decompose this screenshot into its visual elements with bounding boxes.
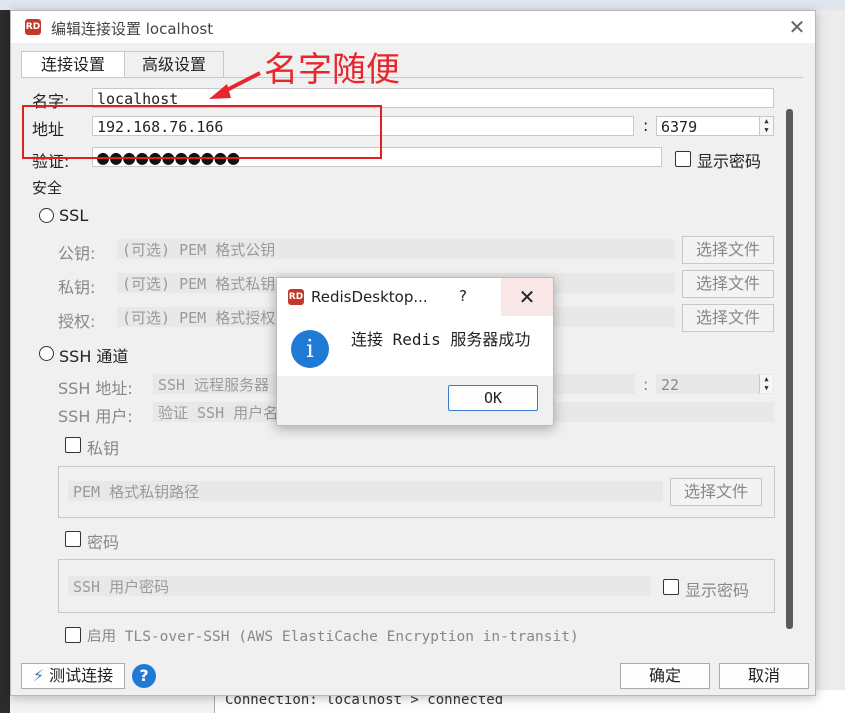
info-icon: i — [291, 330, 329, 368]
ssh-port-separator: : — [643, 375, 649, 394]
spin-arrows-icon[interactable]: ▲ ▼ — [759, 375, 773, 393]
ssl-label: SSL — [59, 206, 89, 225]
authority-choose-file-button[interactable]: 选择文件 — [682, 304, 774, 332]
dialog-message: 连接 Redis 服务器成功 — [351, 330, 531, 349]
tls-over-ssh-checkbox[interactable] — [65, 627, 81, 643]
security-heading: 安全 — [32, 179, 63, 197]
dialog-title-bar: RD RedisDesktop... ? ✕ — [277, 278, 553, 316]
private-key-check-label: 私钥 — [87, 439, 120, 458]
dialog-help-icon[interactable]: ? — [459, 287, 467, 305]
private-key-label: 私钥: — [58, 278, 96, 297]
ssh-show-password-checkbox[interactable] — [663, 579, 679, 595]
ssh-port-value: 22 — [661, 376, 680, 394]
dialog-ok-button[interactable]: OK — [448, 385, 538, 411]
background-editor-strip — [0, 10, 10, 713]
redis-app-icon: RD — [288, 289, 304, 305]
test-connection-label: 测试连接 — [49, 666, 114, 685]
window-title: 编辑连接设置 localhost — [51, 20, 214, 38]
tab-connection-settings[interactable]: 连接设置 — [21, 51, 125, 78]
dialog-close-icon[interactable]: ✕ — [501, 278, 553, 316]
annotation-highlight-box — [22, 105, 382, 159]
plug-icon: ⚡ — [32, 666, 45, 685]
ssh-password-input[interactable]: SSH 用户密码 — [68, 576, 651, 596]
show-password-checkbox[interactable] — [675, 151, 691, 167]
background-area — [815, 10, 845, 713]
redis-app-icon: RD — [25, 19, 41, 35]
private-key-choose-file-button[interactable]: 选择文件 — [682, 270, 774, 298]
port-value: 6379 — [661, 118, 698, 136]
ssh-label: SSH 通道 — [59, 347, 129, 366]
vertical-scrollbar[interactable] — [786, 109, 793, 629]
dialog-title: RedisDesktop... — [311, 288, 428, 306]
public-key-input[interactable]: (可选) PEM 格式公钥 — [117, 239, 675, 259]
public-key-label: 公钥: — [58, 244, 96, 263]
ssh-password-checkbox[interactable] — [65, 531, 81, 547]
tls-over-ssh-label: 启用 TLS-over-SSH (AWS ElastiCache Encrypt… — [87, 629, 579, 645]
private-key-checkbox[interactable] — [65, 437, 81, 453]
ssh-show-password-label: 显示密码 — [685, 581, 750, 600]
ssh-password-check-label: 密码 — [87, 533, 120, 552]
spin-arrows-icon[interactable]: ▲ ▼ — [759, 117, 773, 135]
annotation-arrow-icon — [209, 71, 261, 99]
ssh-user-label: SSH 用户: — [58, 407, 133, 426]
port-spinbox[interactable]: 6379 ▲ ▼ — [656, 116, 774, 136]
annotation-text: 名字随便 — [264, 50, 400, 90]
close-icon[interactable]: ✕ — [785, 15, 809, 39]
public-key-choose-file-button[interactable]: 选择文件 — [682, 236, 774, 264]
ok-button[interactable]: 确定 — [620, 663, 710, 689]
ssh-radio[interactable] — [39, 346, 54, 361]
pem-choose-file-button[interactable]: 选择文件 — [670, 478, 762, 506]
success-dialog: RD RedisDesktop... ? ✕ i 连接 Redis 服务器成功 … — [276, 277, 554, 426]
ssl-radio[interactable] — [39, 208, 54, 223]
ssh-port-spinbox[interactable]: 22 ▲ ▼ — [656, 374, 774, 394]
background-window-strip — [0, 0, 845, 10]
ssh-host-label: SSH 地址: — [58, 379, 133, 398]
pem-path-input[interactable]: PEM 格式私钥路径 — [68, 481, 663, 501]
authority-label: 授权: — [58, 312, 96, 331]
cancel-button[interactable]: 取消 — [719, 663, 809, 689]
help-icon[interactable]: ? — [132, 664, 156, 688]
show-password-label: 显示密码 — [697, 152, 762, 171]
port-separator: : — [643, 116, 649, 135]
test-connection-button[interactable]: ⚡ 测试连接 — [21, 663, 125, 689]
title-bar: RD 编辑连接设置 localhost ✕ — [11, 11, 815, 43]
